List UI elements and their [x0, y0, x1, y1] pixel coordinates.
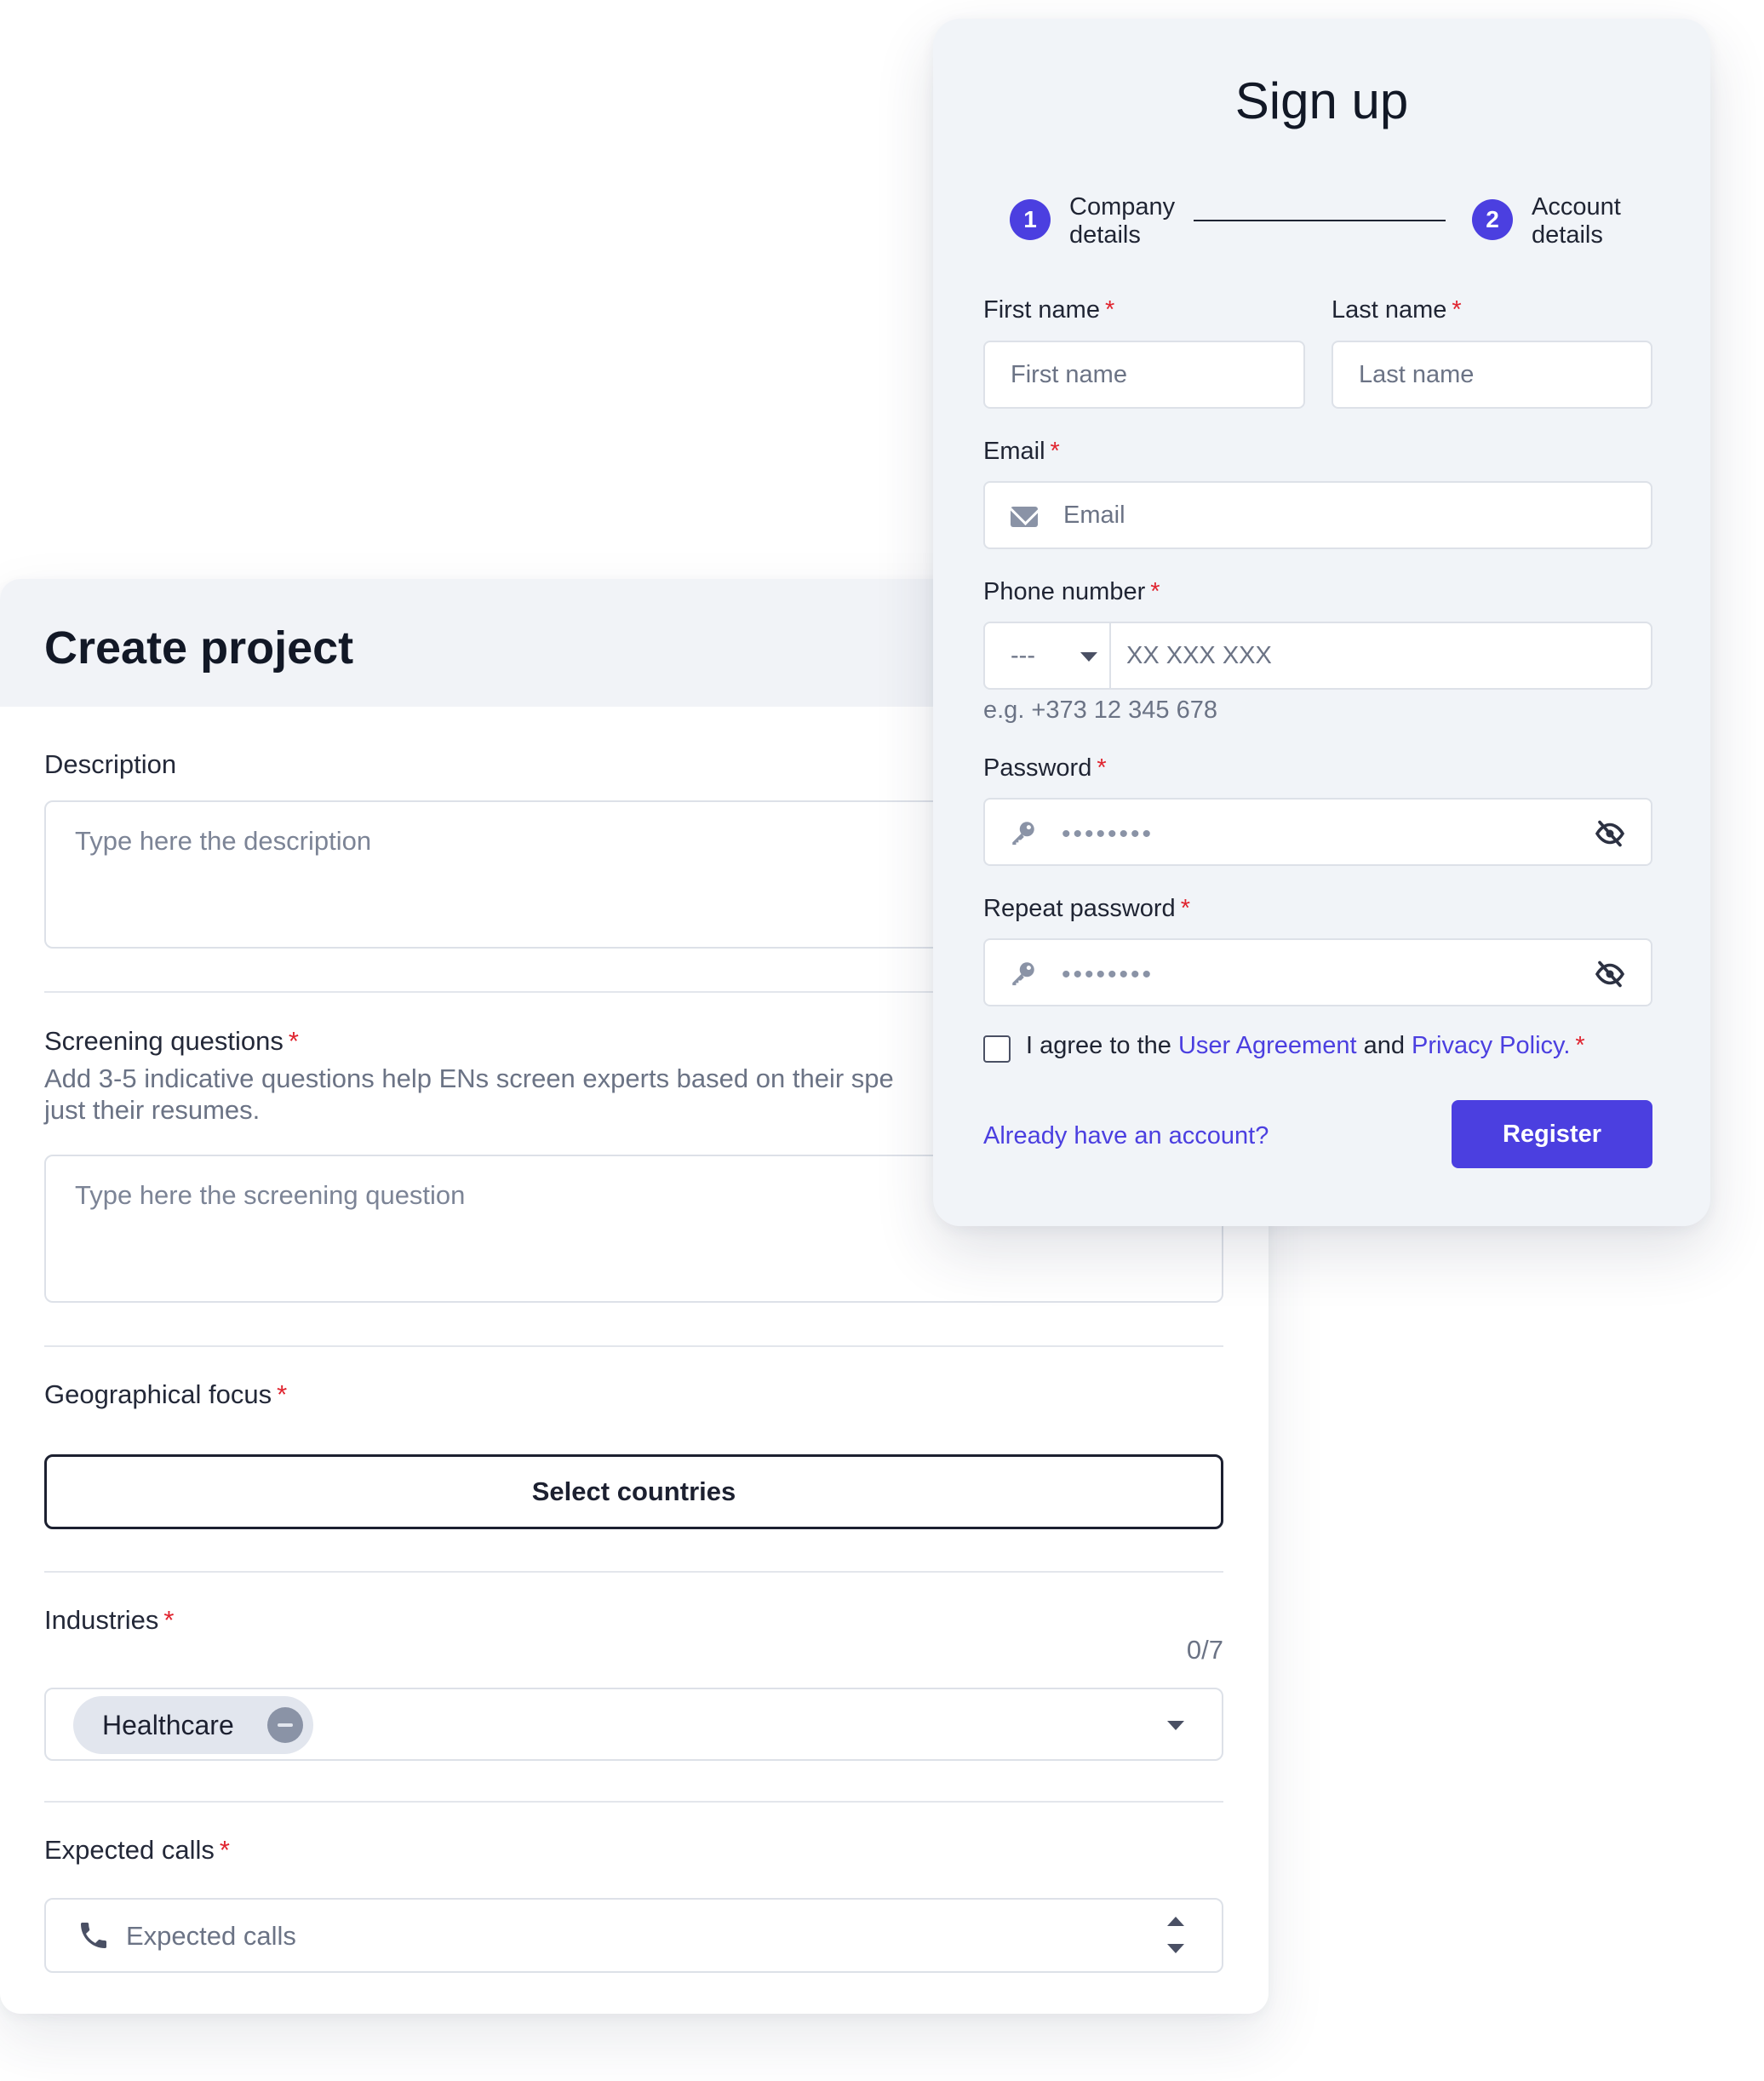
- description-placeholder: Type here the description: [75, 826, 372, 856]
- repeat-password-field[interactable]: ••••••••: [983, 938, 1652, 1006]
- step-1-number: 1: [1010, 199, 1051, 240]
- screening-questions-label: Screening questions *: [44, 1026, 299, 1056]
- first-name-placeholder: First name: [1011, 361, 1127, 388]
- repeat-password-value: ••••••••: [1062, 960, 1154, 989]
- repeat-password-label: Repeat password *: [983, 895, 1190, 922]
- envelope-icon: [1011, 507, 1038, 527]
- eye-off-icon[interactable]: [1595, 959, 1625, 989]
- caret-up-icon[interactable]: [1167, 1917, 1184, 1926]
- email-placeholder: Email: [1063, 502, 1125, 529]
- last-name-field[interactable]: Last name: [1332, 341, 1652, 409]
- country-code-select[interactable]: ---: [985, 623, 1111, 688]
- eye-off-icon[interactable]: [1595, 818, 1625, 849]
- geographical-focus-label: Geographical focus *: [44, 1379, 288, 1409]
- step-2-label: Account details: [1532, 193, 1621, 249]
- register-button[interactable]: Register: [1452, 1100, 1652, 1168]
- password-field[interactable]: ••••••••: [983, 798, 1652, 866]
- login-link[interactable]: Already have an account?: [983, 1122, 1269, 1150]
- user-agreement-link[interactable]: User Agreement: [1178, 1032, 1357, 1059]
- last-name-placeholder: Last name: [1359, 361, 1475, 388]
- industry-chip-label: Healthcare: [102, 1709, 234, 1740]
- first-name-field[interactable]: First name: [983, 341, 1305, 409]
- description-label: Description: [44, 749, 177, 779]
- privacy-policy-link[interactable]: Privacy Policy.: [1412, 1032, 1570, 1059]
- industries-label: Industries *: [44, 1605, 175, 1635]
- email-field[interactable]: Email: [983, 481, 1652, 549]
- screening-questions-hint: Add 3-5 indicative questions help ENs sc…: [44, 1063, 894, 1125]
- divider: [44, 1571, 1223, 1573]
- expected-calls-input[interactable]: Expected calls: [44, 1898, 1223, 1973]
- key-icon: [1009, 959, 1038, 988]
- phone-placeholder: XX XXX XXX: [1126, 642, 1272, 669]
- screening-question-placeholder: Type here the screening question: [75, 1180, 466, 1210]
- stepper-line: [1194, 220, 1446, 221]
- signup-title: Sign up: [1234, 72, 1409, 129]
- select-countries-button[interactable]: Select countries: [44, 1454, 1223, 1529]
- agreement-checkbox[interactable]: [983, 1035, 1011, 1063]
- agreement-text: I agree to the User Agreement and Privac…: [1026, 1032, 1585, 1059]
- step-2-number: 2: [1472, 199, 1513, 240]
- expected-calls-placeholder: Expected calls: [126, 1921, 296, 1951]
- industries-counter: 0/7: [1186, 1635, 1223, 1665]
- key-icon: [1009, 818, 1038, 847]
- industries-select[interactable]: Healthcare: [44, 1688, 1223, 1761]
- phone-icon: [77, 1918, 111, 1952]
- expected-calls-label: Expected calls *: [44, 1835, 230, 1865]
- minus-circle-icon[interactable]: [267, 1707, 303, 1743]
- caret-down-icon[interactable]: [1167, 1944, 1184, 1953]
- step-1-label: Company details: [1069, 193, 1176, 249]
- caret-down-icon[interactable]: [1167, 1721, 1184, 1730]
- password-value: ••••••••: [1062, 820, 1154, 848]
- divider: [44, 1801, 1223, 1803]
- phone-number-label: Phone number *: [983, 578, 1160, 605]
- password-label: Password *: [983, 754, 1107, 782]
- industry-chip: Healthcare: [73, 1696, 313, 1754]
- divider: [44, 1345, 1223, 1347]
- phone-number-field[interactable]: --- XX XXX XXX: [983, 622, 1652, 690]
- email-label: Email *: [983, 438, 1060, 465]
- phone-hint: e.g. +373 12 345 678: [983, 697, 1217, 724]
- country-code-value: ---: [1011, 642, 1035, 669]
- first-name-label: First name *: [983, 296, 1115, 324]
- last-name-label: Last name *: [1332, 296, 1462, 324]
- caret-down-icon[interactable]: [1080, 652, 1097, 662]
- signup-card: Sign up 1 Company details 2 Account deta…: [933, 19, 1710, 1226]
- page-title: Create project: [44, 622, 354, 674]
